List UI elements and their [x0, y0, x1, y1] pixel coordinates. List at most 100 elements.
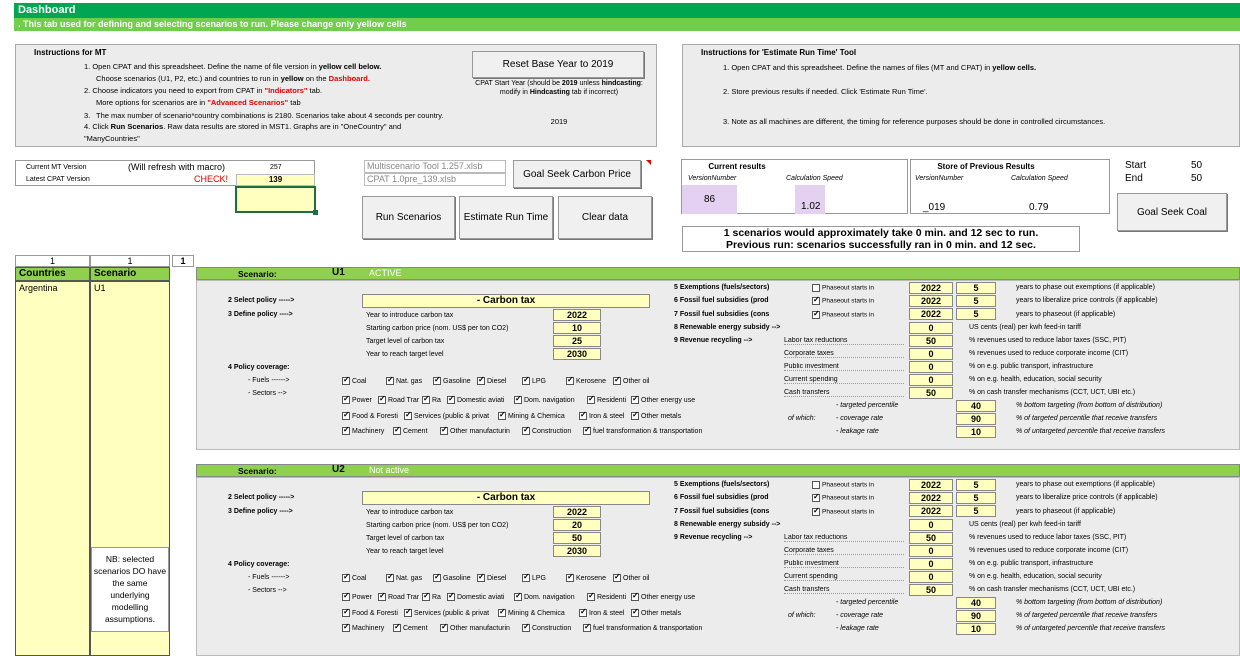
recycling-input[interactable]: 0 [909, 374, 953, 386]
policy-select[interactable]: - Carbon tax [362, 294, 650, 308]
feed-in-tariff-input[interactable]: 0 [909, 322, 953, 334]
transfer-input[interactable]: 90 [956, 413, 996, 425]
recycling-input[interactable]: 50 [909, 335, 953, 347]
cpat-file-input[interactable]: CPAT 1.0pre_139.xlsb [364, 173, 506, 186]
coal-checkbox[interactable]: Coal [342, 375, 366, 385]
residential-checkbox[interactable]: Residenti [587, 394, 626, 404]
phaseout-year-5[interactable]: 2022 [909, 479, 953, 491]
goal-seek-coal-button[interactable]: Goal Seek Coal [1117, 193, 1227, 231]
other-energy-checkbox[interactable]: Other energy use [631, 591, 695, 601]
start-price-input[interactable]: 10 [553, 322, 601, 334]
machinery-checkbox[interactable]: Machinery [342, 425, 384, 435]
recycling-input[interactable]: 50 [909, 532, 953, 544]
iron-steel-checkbox[interactable]: Iron & steel [579, 410, 624, 420]
other-manufacturing-checkbox[interactable]: Other manufacturin [440, 425, 510, 435]
year-target-input[interactable]: 2030 [553, 348, 601, 360]
other-oil-checkbox[interactable]: Other oil [613, 375, 649, 385]
phaseout-checkbox[interactable]: Phaseout starts in [812, 309, 874, 319]
reset-base-year-button[interactable]: Reset Base Year to 2019 [472, 51, 644, 78]
year-intro-input[interactable]: 2022 [553, 309, 601, 321]
recycling-input[interactable]: 0 [909, 361, 953, 373]
phaseout-checkbox[interactable]: Phaseout starts in [812, 506, 874, 516]
road-checkbox[interactable]: Road Trar [378, 394, 419, 404]
lpg-checkbox[interactable]: LPG [522, 572, 546, 582]
rail-checkbox[interactable]: Ra [422, 591, 441, 601]
diesel-checkbox[interactable]: Diesel [477, 572, 506, 582]
recycling-input[interactable]: 0 [909, 558, 953, 570]
phaseout-year-7[interactable]: 2022 [909, 505, 953, 517]
end-value[interactable]: 50 [1191, 173, 1202, 184]
kerosene-checkbox[interactable]: Kerosene [566, 572, 606, 582]
phaseout-checkbox[interactable]: Phaseout starts in [812, 295, 874, 305]
phaseout-years-5[interactable]: 5 [956, 479, 996, 491]
cement-checkbox[interactable]: Cement [393, 425, 428, 435]
recycling-input[interactable]: 0 [909, 571, 953, 583]
phaseout-years-7[interactable]: 5 [956, 505, 996, 517]
clear-data-button[interactable]: Clear data [558, 196, 652, 239]
fill-handle[interactable] [313, 210, 318, 215]
latest-cpat-version-value[interactable]: 139 [236, 174, 315, 186]
phaseout-checkbox[interactable]: Phaseout starts in [812, 481, 874, 489]
kerosene-checkbox[interactable]: Kerosene [566, 375, 606, 385]
services-checkbox[interactable]: Services (public & privat [404, 410, 489, 420]
recycling-input[interactable]: 50 [909, 387, 953, 399]
food-checkbox[interactable]: Food & Foresti [342, 607, 398, 617]
estimate-run-time-button[interactable]: Estimate Run Time [459, 196, 553, 239]
gasoline-checkbox[interactable]: Gasoline [433, 375, 471, 385]
power-checkbox[interactable]: Power [342, 591, 372, 601]
phaseout-year-5[interactable]: 2022 [909, 282, 953, 294]
phaseout-years-6[interactable]: 5 [956, 295, 996, 307]
year-intro-input[interactable]: 2022 [553, 506, 601, 518]
power-checkbox[interactable]: Power [342, 394, 372, 404]
other-oil-checkbox[interactable]: Other oil [613, 572, 649, 582]
services-checkbox[interactable]: Services (public & privat [404, 607, 489, 617]
target-level-input[interactable]: 25 [553, 335, 601, 347]
other-energy-checkbox[interactable]: Other energy use [631, 394, 695, 404]
machinery-checkbox[interactable]: Machinery [342, 622, 384, 632]
cement-checkbox[interactable]: Cement [393, 622, 428, 632]
construction-checkbox[interactable]: Construction [522, 425, 571, 435]
phaseout-year-6[interactable]: 2022 [909, 295, 953, 307]
recycling-input[interactable]: 0 [909, 348, 953, 360]
transfer-input[interactable]: 10 [956, 623, 996, 635]
phaseout-years-5[interactable]: 5 [956, 282, 996, 294]
scenario-cell[interactable]: U1 [91, 282, 169, 294]
transfer-input[interactable]: 40 [956, 597, 996, 609]
selected-yellow-cell[interactable] [235, 186, 316, 213]
phaseout-year-6[interactable]: 2022 [909, 492, 953, 504]
dom-navigation-checkbox[interactable]: Dom. navigation [514, 591, 575, 601]
domestic-aviation-checkbox[interactable]: Domestic aviati [447, 394, 504, 404]
diesel-checkbox[interactable]: Diesel [477, 375, 506, 385]
phaseout-checkbox[interactable]: Phaseout starts in [812, 284, 874, 292]
transfer-input[interactable]: 90 [956, 610, 996, 622]
start-price-input[interactable]: 20 [553, 519, 601, 531]
phaseout-years-7[interactable]: 5 [956, 308, 996, 320]
road-checkbox[interactable]: Road Trar [378, 591, 419, 601]
fuel-transformation-checkbox[interactable]: fuel transformation & transportation [583, 622, 702, 632]
lpg-checkbox[interactable]: LPG [522, 375, 546, 385]
country-cell[interactable]: Argentina [16, 282, 89, 294]
nat-gas-checkbox[interactable]: Nat. gas [386, 375, 422, 385]
iron-steel-checkbox[interactable]: Iron & steel [579, 607, 624, 617]
year-target-input[interactable]: 2030 [553, 545, 601, 557]
dom-navigation-checkbox[interactable]: Dom. navigation [514, 394, 575, 404]
run-scenarios-button[interactable]: Run Scenarios [362, 196, 455, 239]
mt-file-input[interactable]: Multiscenario Tool 1.257.xlsb [364, 160, 506, 173]
feed-in-tariff-input[interactable]: 0 [909, 519, 953, 531]
coal-checkbox[interactable]: Coal [342, 572, 366, 582]
policy-select[interactable]: - Carbon tax [362, 491, 650, 505]
food-checkbox[interactable]: Food & Foresti [342, 410, 398, 420]
target-level-input[interactable]: 50 [553, 532, 601, 544]
mining-checkbox[interactable]: Mining & Chemica [498, 410, 565, 420]
nat-gas-checkbox[interactable]: Nat. gas [386, 572, 422, 582]
other-metals-checkbox[interactable]: Other metals [631, 607, 681, 617]
transfer-input[interactable]: 10 [956, 426, 996, 438]
phaseout-checkbox[interactable]: Phaseout starts in [812, 492, 874, 502]
phaseout-years-6[interactable]: 5 [956, 492, 996, 504]
fuel-transformation-checkbox[interactable]: fuel transformation & transportation [583, 425, 702, 435]
construction-checkbox[interactable]: Construction [522, 622, 571, 632]
phaseout-year-7[interactable]: 2022 [909, 308, 953, 320]
countries-column[interactable]: Argentina [15, 281, 90, 656]
other-metals-checkbox[interactable]: Other metals [631, 410, 681, 420]
domestic-aviation-checkbox[interactable]: Domestic aviati [447, 591, 504, 601]
